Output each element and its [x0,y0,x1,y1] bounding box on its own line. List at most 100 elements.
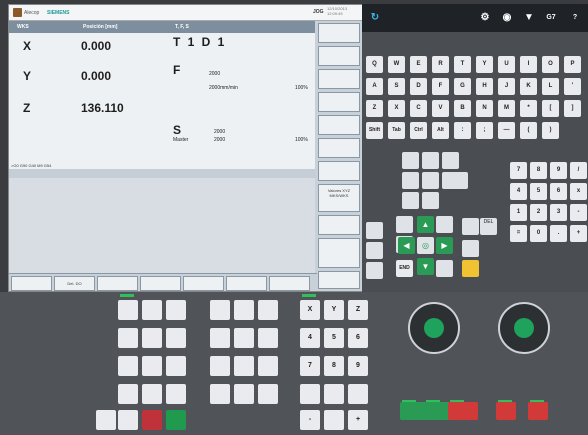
axis-x-key[interactable]: X [300,300,320,320]
key-alt[interactable]: Alt [432,122,449,139]
key-start[interactable] [166,410,186,430]
arrow-down-icon[interactable]: ▼ [417,258,434,275]
key-char-1-4[interactable]: G [454,78,471,95]
key-program[interactable] [422,152,439,169]
key-tab[interactable]: Tab [388,122,405,139]
key-char-2-9[interactable]: ] [564,100,581,117]
numpad-key[interactable]: 9 [550,162,567,179]
num-key[interactable]: 6 [348,328,368,348]
g7-button[interactable]: G7 [540,7,562,29]
key-char-0-8[interactable]: O [542,56,559,73]
arrow-up-icon[interactable]: ▲ [417,216,434,233]
key-char-3-4[interactable]: : [454,122,471,139]
axis-z-key[interactable]: Z [348,300,368,320]
key-help[interactable] [422,192,439,209]
key-alarm-cancel[interactable] [366,222,383,239]
numpad-key[interactable]: / [570,162,587,179]
mode-key[interactable] [118,384,138,404]
key-char-0-6[interactable]: U [498,56,515,73]
hsoftkey-3[interactable] [97,276,138,291]
softkey-2[interactable] [318,46,360,66]
key-edit[interactable] [96,410,116,430]
softkey-3[interactable] [318,69,360,89]
mode-key[interactable] [166,328,186,348]
numpad-key[interactable]: 5 [530,183,547,200]
key-cycle-stop[interactable] [448,402,478,420]
key-char-2-1[interactable]: X [388,100,405,117]
numpad-key[interactable]: 2 [530,204,547,221]
key-char-3-5[interactable]: ; [476,122,493,139]
num-key[interactable]: 7 [300,356,320,376]
key-char-1-3[interactable]: F [432,78,449,95]
key-page-down[interactable] [436,260,453,277]
hsoftkey-6[interactable] [226,276,267,291]
key-char-2-8[interactable]: [ [542,100,559,117]
key-stop[interactable] [142,410,162,430]
key-reset-small[interactable] [118,410,138,430]
num-key[interactable]: 5 [324,328,344,348]
key-char-2-5[interactable]: N [476,100,493,117]
hsoftkey-1[interactable] [11,276,52,291]
key-char-0-4[interactable]: T [454,56,471,73]
aux-key[interactable] [210,356,230,376]
numpad-key[interactable]: 8 [530,162,547,179]
aux-key[interactable] [234,384,254,404]
num-key[interactable] [300,384,320,404]
mode-key[interactable] [142,328,162,348]
filter-icon[interactable]: ▼ [518,7,540,29]
num-key[interactable]: 9 [348,356,368,376]
softkey-valores[interactable]: Valores XYZ MKS/WKS [318,184,360,212]
key-char-0-5[interactable]: Y [476,56,493,73]
mode-key[interactable] [142,384,162,404]
numpad-key[interactable]: + [570,225,587,242]
key-char-3-8[interactable]: ) [542,122,559,139]
key-char-2-4[interactable]: B [454,100,471,117]
softkey-7[interactable] [318,161,360,181]
aux-key[interactable] [258,328,278,348]
softkey-5[interactable] [318,115,360,135]
key-del[interactable]: DEL [480,218,497,235]
num-key[interactable] [348,384,368,404]
softkey-11[interactable] [318,271,360,289]
arrow-left-icon[interactable]: ◀ [398,237,415,254]
aux-key[interactable] [210,328,230,348]
key-char-2-2[interactable]: C [410,100,427,117]
aux-key[interactable] [258,300,278,320]
key-char-1-2[interactable]: D [410,78,427,95]
key-end-2[interactable]: END [396,260,413,277]
softkey-4[interactable] [318,92,360,112]
num-key[interactable] [324,384,344,404]
aux-key[interactable] [210,384,230,404]
aux-key[interactable] [258,356,278,376]
numpad-key[interactable]: 6 [550,183,567,200]
refresh-icon[interactable]: ↻ [364,7,386,29]
key-char-1-1[interactable]: S [388,78,405,95]
numpad-key[interactable]: 1 [510,204,527,221]
mode-key[interactable] [166,300,186,320]
key-char-1-7[interactable]: K [520,78,537,95]
aux-key[interactable] [234,300,254,320]
softkey-1[interactable] [318,23,360,43]
key-page-up[interactable] [436,216,453,233]
key-next[interactable] [366,262,383,279]
key-char-0-7[interactable]: I [520,56,537,73]
key-select[interactable] [396,216,413,233]
key-channel[interactable] [366,242,383,259]
rapid-key[interactable] [324,410,344,430]
key-prog-manager[interactable] [442,172,468,189]
key-spindle-stop[interactable] [496,402,516,420]
hsoftkey-del[interactable]: Del. DO [54,276,95,291]
key-shift[interactable]: Shift [366,122,383,139]
key-char-2-3[interactable]: V [432,100,449,117]
key-offset[interactable] [442,152,459,169]
key-char-1-8[interactable]: L [542,78,559,95]
key-custom[interactable] [422,172,439,189]
softkey-10[interactable] [318,238,360,268]
axis-y-key[interactable]: Y [324,300,344,320]
key-char-2-7[interactable]: * [520,100,537,117]
mode-key[interactable] [166,356,186,376]
key-char-0-2[interactable]: E [410,56,427,73]
mode-key[interactable] [166,384,186,404]
key-machine[interactable] [402,152,419,169]
key-backspace[interactable] [462,218,479,235]
